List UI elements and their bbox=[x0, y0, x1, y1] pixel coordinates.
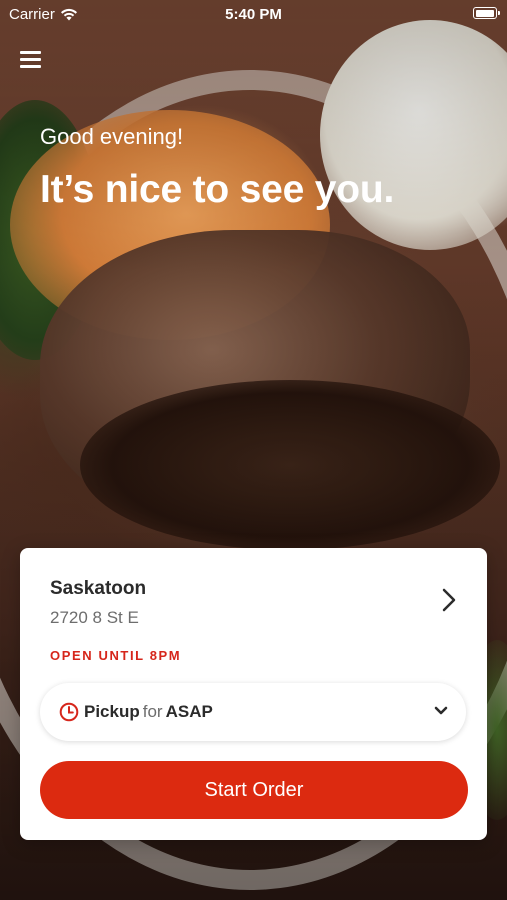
location-name[interactable]: Saskatoon bbox=[50, 578, 146, 600]
chevron-right-icon[interactable] bbox=[437, 586, 461, 614]
start-order-button[interactable]: Start Order bbox=[40, 761, 468, 819]
location-address: 2720 8 St E bbox=[50, 608, 139, 627]
order-time: ASAP bbox=[165, 702, 213, 721]
hamburger-menu-icon[interactable] bbox=[20, 50, 42, 68]
order-connector: for bbox=[142, 702, 163, 721]
hours-status: OPEN UNTIL 8PM bbox=[50, 648, 182, 663]
greeting-text: Good evening! bbox=[40, 124, 184, 149]
status-bar: Carrier 5:40 PM bbox=[0, 0, 507, 28]
battery-icon bbox=[473, 7, 500, 19]
clock-icon bbox=[59, 702, 79, 722]
welcome-headline: It’s nice to see you. bbox=[40, 168, 395, 211]
order-type: Pickup bbox=[84, 702, 140, 721]
order-mode-text: Pickup for ASAP bbox=[84, 702, 213, 722]
chevron-down-icon bbox=[434, 706, 448, 715]
status-time: 5:40 PM bbox=[225, 6, 282, 23]
location-card: Saskatoon 2720 8 St E OPEN UNTIL 8PM Pic… bbox=[20, 548, 487, 840]
order-mode-selector[interactable]: Pickup for ASAP bbox=[40, 683, 466, 741]
